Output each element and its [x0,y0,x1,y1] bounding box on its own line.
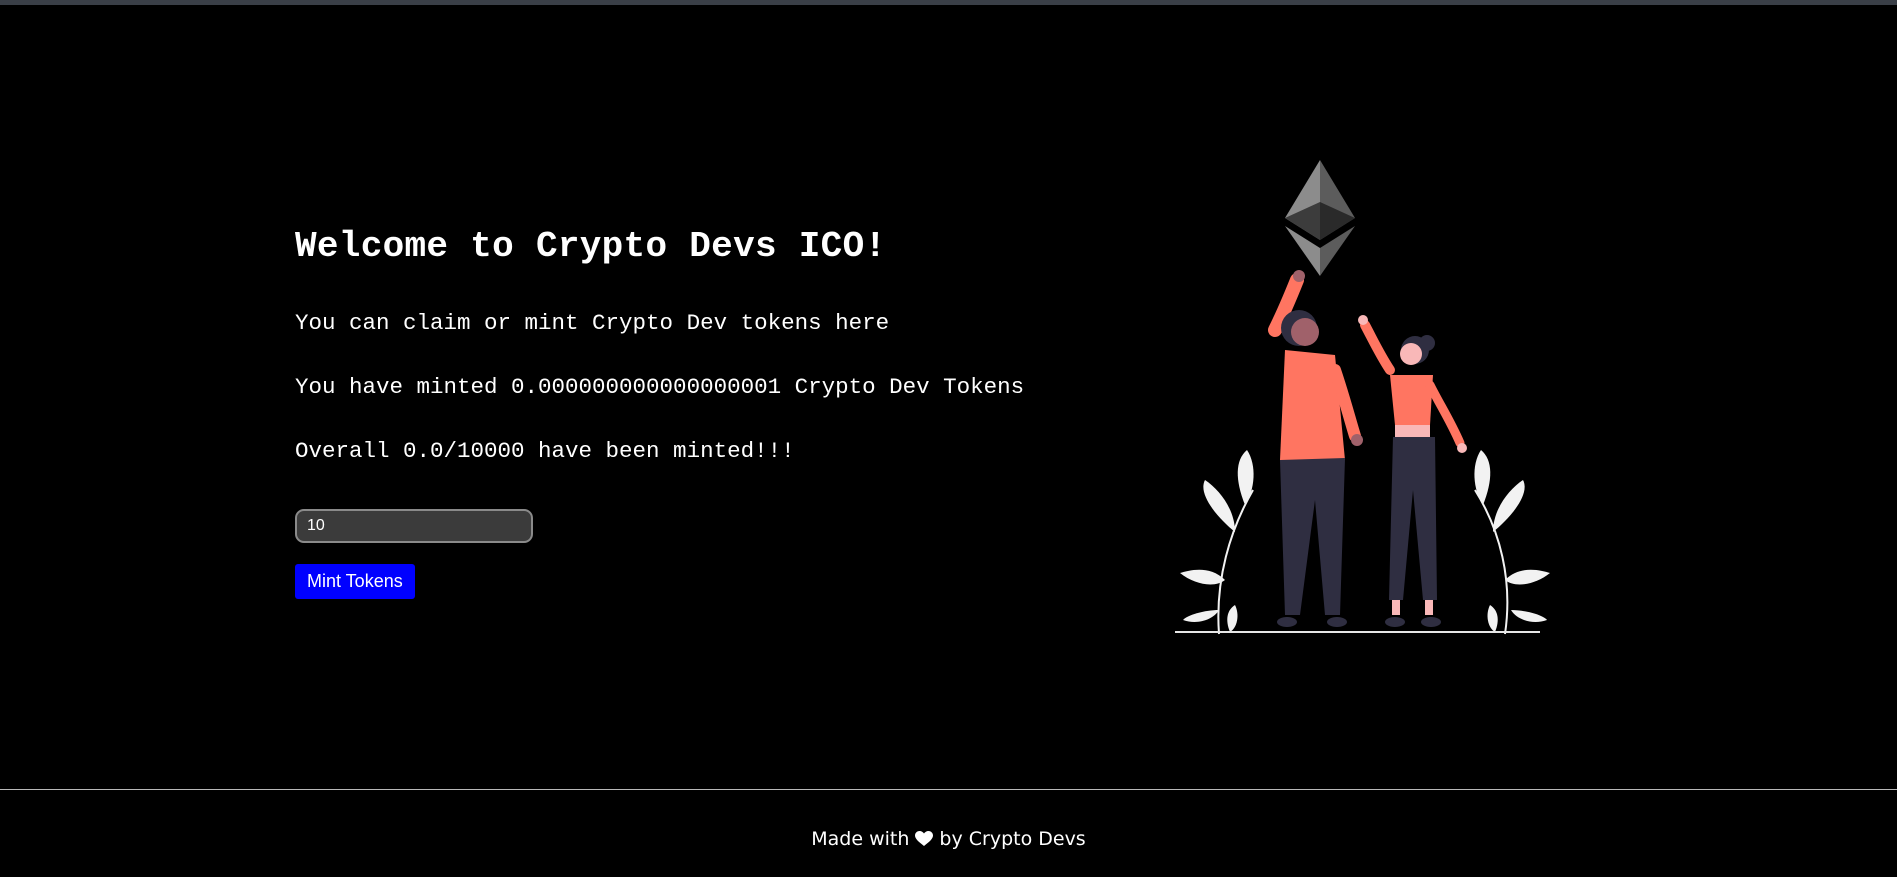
plant-leaf-icon [1180,450,1254,635]
hero-illustration [1175,160,1555,635]
footer-suffix: by Crypto Devs [939,827,1086,850]
mint-tokens-button[interactable]: Mint Tokens [295,564,415,599]
overall-minted-text: Overall 0.0/10000 have been minted!!! [295,438,795,464]
main-section: Welcome to Crypto Devs ICO! You can clai… [0,5,1897,789]
footer-text: Made with by Crypto Devs [811,818,1085,850]
minted-balance-text: You have minted 0.000000000000000001 Cry… [295,374,1025,400]
token-amount-input[interactable] [295,509,533,543]
page-title: Welcome to Crypto Devs ICO! [295,226,887,267]
footer: Made with by Crypto Devs [0,789,1897,877]
claim-description: You can claim or mint Crypto Dev tokens … [295,310,890,336]
heart-icon [915,830,934,847]
person-cheering-icon [1268,270,1363,627]
footer-prefix: Made with [811,827,910,850]
person-cheering-icon [1358,315,1467,627]
hero-content: Welcome to Crypto Devs ICO! You can clai… [295,223,1095,599]
plant-leaf-icon [1474,450,1550,635]
illustration-svg [1175,160,1550,635]
ethereum-logo-icon [1285,160,1355,276]
